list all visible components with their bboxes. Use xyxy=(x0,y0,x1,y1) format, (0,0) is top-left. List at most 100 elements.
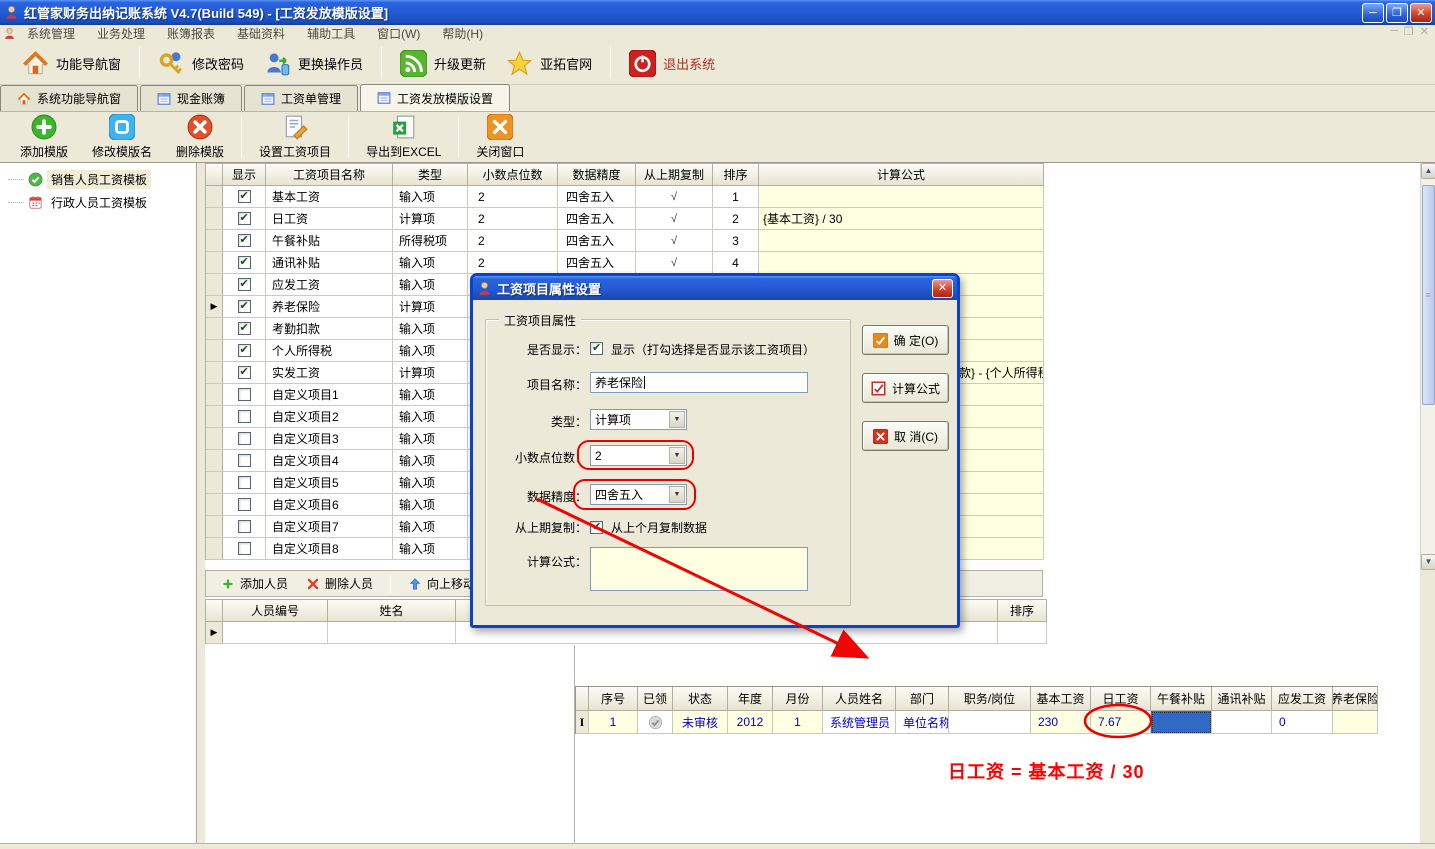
sort-cell[interactable]: 1 xyxy=(713,186,759,208)
close-button[interactable]: ✕ xyxy=(1410,3,1432,23)
payroll-cell[interactable]: 7.67 xyxy=(1091,711,1151,734)
show-cell[interactable] xyxy=(223,208,266,230)
payroll-column-header[interactable]: 部门 xyxy=(896,687,949,711)
item-type-cell[interactable]: 输入项 xyxy=(393,384,468,406)
chevron-down-icon[interactable]: ▼ xyxy=(669,486,685,503)
show-cell[interactable] xyxy=(223,186,266,208)
scroll-up-icon[interactable]: ▲ xyxy=(1421,163,1435,179)
tree-item-0[interactable]: 销售人员工资模板 xyxy=(0,169,196,189)
sort-cell[interactable]: 2 xyxy=(713,208,759,230)
payroll-column-header[interactable]: 日工资 xyxy=(1091,687,1151,711)
item-type-cell[interactable]: 输入项 xyxy=(393,516,468,538)
item-name-cell[interactable]: 日工资 xyxy=(266,208,393,230)
tab-2[interactable]: 工资单管理 xyxy=(244,85,358,111)
show-checkbox[interactable] xyxy=(238,190,251,203)
payroll-cell[interactable] xyxy=(638,711,673,734)
payroll-cell[interactable]: 1 xyxy=(773,711,823,734)
item-type-cell[interactable]: 输入项 xyxy=(393,428,468,450)
vertical-scrollbar[interactable]: ▲ ≡ ▼ xyxy=(1420,163,1435,570)
item-name-cell[interactable]: 自定义项目7 xyxy=(266,516,393,538)
precision-dropdown[interactable]: 四舍五入▼ xyxy=(590,484,687,505)
item-type-cell[interactable]: 输入项 xyxy=(393,274,468,296)
payroll-cell[interactable] xyxy=(1151,711,1212,734)
payroll-column-header[interactable]: 人员姓名 xyxy=(823,687,896,711)
dialog-close-icon[interactable]: ✕ xyxy=(932,279,953,298)
show-cell[interactable] xyxy=(223,494,266,516)
minimize-button[interactable]: ─ xyxy=(1362,3,1384,23)
person-toolbar-button-1[interactable]: 删除人员 xyxy=(297,573,382,594)
payroll-column-header[interactable]: 月份 xyxy=(773,687,823,711)
item-name-cell[interactable]: 应发工资 xyxy=(266,274,393,296)
item-type-cell[interactable]: 输入项 xyxy=(393,494,468,516)
row-selector[interactable] xyxy=(206,274,223,296)
show-checkbox[interactable] xyxy=(238,344,251,357)
item-name-cell[interactable]: 自定义项目8 xyxy=(266,538,393,560)
items-column-header[interactable]: 从上期复制 xyxy=(636,164,713,186)
payroll-cell[interactable]: 系统管理员 xyxy=(823,711,896,734)
formula-button[interactable]: 计算公式 xyxy=(862,373,949,403)
sort-cell[interactable]: 4 xyxy=(713,252,759,274)
show-cell[interactable] xyxy=(223,274,266,296)
sort-cell[interactable]: 3 xyxy=(713,230,759,252)
payroll-column-header[interactable]: 养老保险 xyxy=(1333,687,1378,711)
payroll-cell[interactable]: 2012 xyxy=(728,711,773,734)
copy-cell[interactable]: √ xyxy=(636,252,713,274)
row-selector[interactable] xyxy=(206,494,223,516)
item-type-cell[interactable]: 输入项 xyxy=(393,318,468,340)
show-checkbox[interactable] xyxy=(238,520,251,533)
items-column-header[interactable]: 工资项目名称 xyxy=(266,164,393,186)
payroll-column-header[interactable]: 已领 xyxy=(638,687,673,711)
precision-cell[interactable]: 四舍五入 xyxy=(558,208,636,230)
item-name-cell[interactable]: 自定义项目4 xyxy=(266,450,393,472)
template-toolbar-button-0[interactable]: 添加模版 xyxy=(8,112,80,162)
payroll-cell[interactable] xyxy=(949,711,1031,734)
show-checkbox[interactable] xyxy=(238,256,251,269)
template-toolbar-button-4[interactable]: 导出到EXCEL xyxy=(354,112,453,162)
menu-item-0[interactable]: 系统管理 xyxy=(16,25,86,42)
toolbar-button-4[interactable]: 亚拓官网 xyxy=(496,46,602,81)
menu-item-6[interactable]: 帮助(H) xyxy=(431,25,494,42)
cancel-button[interactable]: 取 消(C) xyxy=(862,421,949,451)
show-cell[interactable] xyxy=(223,516,266,538)
chevron-down-icon[interactable]: ▼ xyxy=(669,411,685,428)
item-type-cell[interactable]: 计算项 xyxy=(393,208,468,230)
row-selector[interactable] xyxy=(206,516,223,538)
show-cell[interactable] xyxy=(223,450,266,472)
toolbar-button-2[interactable]: 更换操作员 xyxy=(254,46,373,81)
person-cell[interactable] xyxy=(328,622,456,644)
payroll-column-header[interactable]: 状态 xyxy=(673,687,728,711)
items-column-header[interactable]: 排序 xyxy=(713,164,759,186)
payroll-column-header[interactable]: 午餐补贴 xyxy=(1151,687,1212,711)
item-type-cell[interactable]: 输入项 xyxy=(393,252,468,274)
show-checkbox[interactable] xyxy=(238,432,251,445)
mdi-close-icon[interactable]: ✕ xyxy=(1420,25,1429,38)
show-cell[interactable] xyxy=(223,340,266,362)
person-toolbar-button-0[interactable]: 添加人员 xyxy=(212,573,297,594)
toolbar-button-5[interactable]: 退出系统 xyxy=(619,46,725,81)
show-cell[interactable] xyxy=(223,230,266,252)
payroll-column-header[interactable]: 年度 xyxy=(728,687,773,711)
title-bar[interactable]: 红管家财务出纳记账系统 V4.7(Build 549) - [工资发放模版设置]… xyxy=(0,0,1435,25)
item-type-cell[interactable]: 所得税项 xyxy=(393,230,468,252)
formula-cell[interactable] xyxy=(759,252,1044,274)
mdi-restore-icon[interactable]: ❐ xyxy=(1404,25,1414,38)
precision-cell[interactable]: 四舍五入 xyxy=(558,230,636,252)
copy-cell[interactable]: √ xyxy=(636,208,713,230)
payroll-cell[interactable]: 1 xyxy=(589,711,638,734)
precision-cell[interactable]: 四舍五入 xyxy=(558,186,636,208)
row-selector[interactable] xyxy=(206,538,223,560)
row-selector[interactable] xyxy=(206,318,223,340)
item-name-input[interactable]: 养老保险 xyxy=(590,372,808,393)
show-checkbox[interactable] xyxy=(238,498,251,511)
menu-item-2[interactable]: 账簿报表 xyxy=(156,25,226,42)
show-checkbox[interactable] xyxy=(238,476,251,489)
decimals-cell[interactable]: 2 xyxy=(468,186,558,208)
decimals-cell[interactable]: 2 xyxy=(468,208,558,230)
show-checkbox[interactable] xyxy=(238,322,251,335)
row-selector[interactable]: ▶ xyxy=(206,296,223,318)
show-cell[interactable] xyxy=(223,428,266,450)
row-selector[interactable]: ▶ xyxy=(206,622,223,644)
menu-item-4[interactable]: 辅助工具 xyxy=(296,25,366,42)
scrollbar-thumb[interactable]: ≡ xyxy=(1422,185,1435,405)
tab-1[interactable]: 现金账簿 xyxy=(140,85,242,111)
